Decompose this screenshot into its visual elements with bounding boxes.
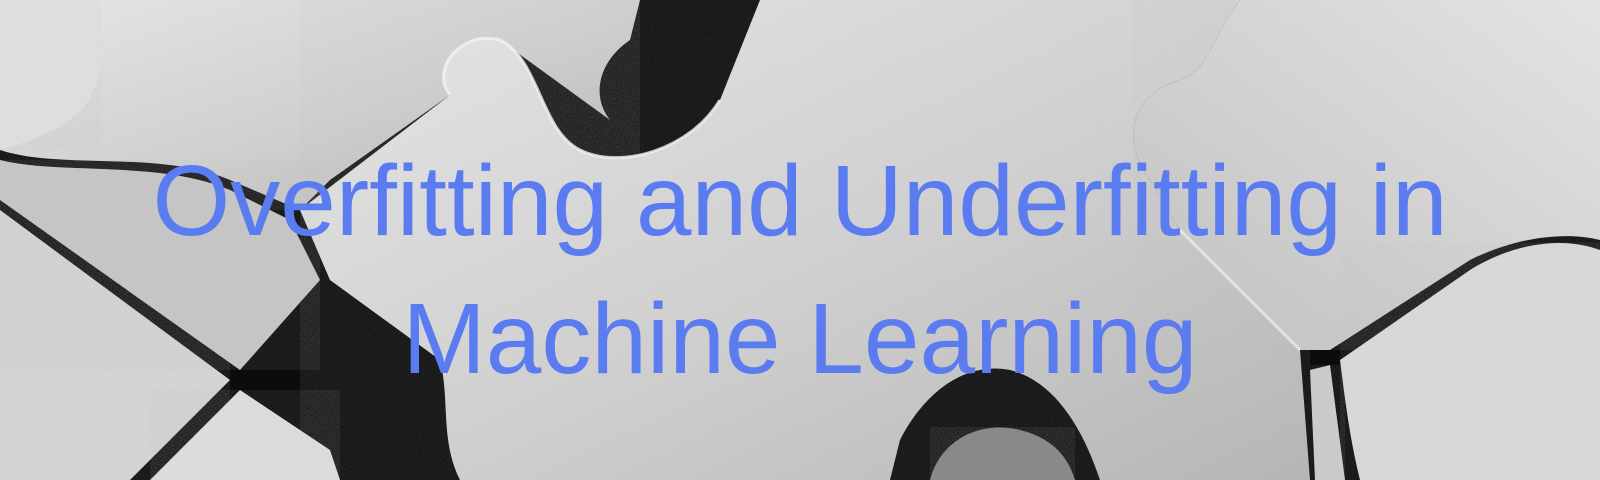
blog-header-banner: Overfitting and Underfitting in Machine … xyxy=(0,0,1600,480)
banner-title: Overfitting and Underfitting in Machine … xyxy=(0,132,1600,408)
banner-title-line-1: Overfitting and Underfitting in xyxy=(152,145,1448,257)
banner-title-line-2: Machine Learning xyxy=(402,283,1198,395)
